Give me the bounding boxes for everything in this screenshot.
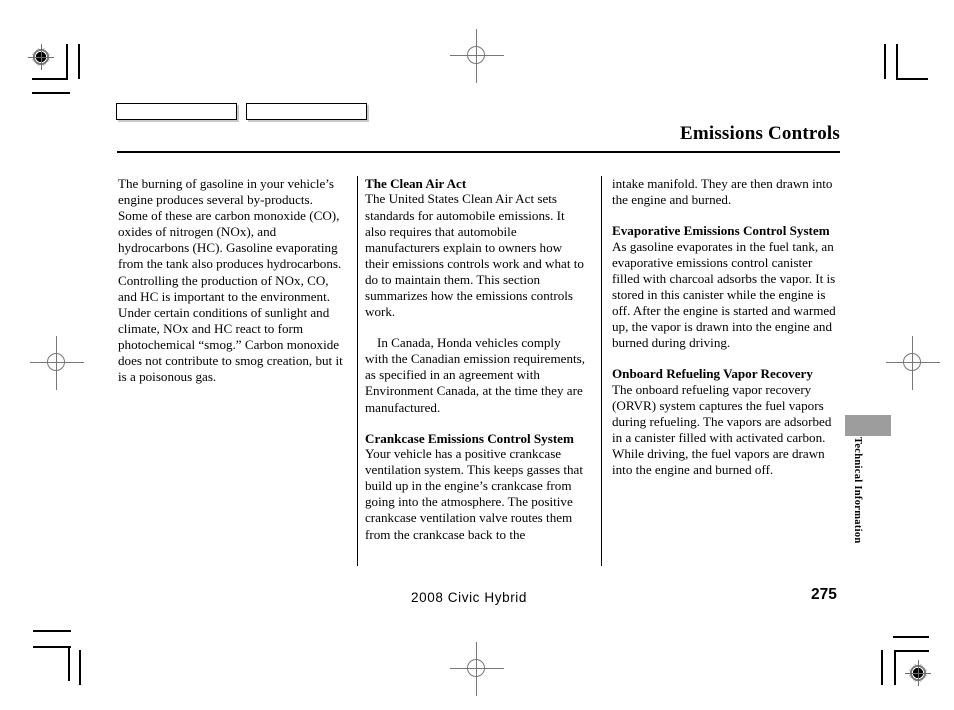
col2-paragraph-1: The United States Clean Air Act sets sta… — [365, 191, 584, 320]
registration-mark-top-center — [450, 29, 504, 83]
crop-mark-bottom-right-vertical-inner — [894, 650, 896, 685]
page-title: Emissions Controls — [679, 123, 840, 144]
section-tab-marker — [845, 415, 891, 436]
column-divider-2 — [601, 176, 602, 566]
col2-heading-crankcase-emissions: Crankcase Emissions Control System — [365, 430, 574, 446]
crop-mark-top-left-horizontal-inner — [32, 78, 68, 80]
crop-mark-top-left-vertical-inner — [66, 44, 68, 79]
registration-mark-left-middle — [30, 336, 84, 390]
section-tab-label: Technical Information — [852, 437, 863, 544]
col3-heading-onboard-refueling: Onboard Refueling Vapor Recovery — [612, 366, 813, 382]
col3-paragraph-2: As gasoline evaporates in the fuel tank,… — [612, 238, 836, 351]
crop-mark-bottom-left-horizontal-outer — [33, 630, 71, 632]
text-column-3: intake manifold. They are then drawn int… — [612, 176, 838, 478]
registration-mark-top-left — [28, 44, 54, 70]
crop-mark-bottom-right-vertical-outer — [881, 650, 883, 685]
registration-mark-right-middle — [886, 336, 940, 390]
title-divider-rule — [117, 151, 840, 153]
crop-mark-top-left-vertical-outer — [78, 44, 80, 79]
col3-paragraph-1: intake manifold. They are then drawn int… — [612, 176, 833, 208]
footer-model-name: 2008 Civic Hybrid — [411, 590, 527, 605]
text-column-1: The burning of gasoline in your vehicle’… — [118, 176, 344, 385]
col2-paragraph-3: Your vehicle has a positive crankcase ve… — [365, 446, 583, 542]
crop-mark-top-right-vertical-inner — [896, 44, 898, 79]
crop-mark-bottom-left-vertical-inner — [68, 646, 70, 681]
crop-mark-bottom-left-vertical-outer — [79, 650, 81, 685]
crop-mark-top-right-horizontal-inner — [896, 78, 928, 80]
header-tab-box-1[interactable] — [116, 103, 237, 120]
registration-mark-bottom-right — [905, 660, 931, 686]
column-divider-1 — [357, 176, 358, 566]
crop-mark-bottom-right-horizontal-outer — [893, 636, 929, 638]
registration-mark-bottom-center — [450, 642, 504, 696]
col3-heading-evaporative-emissions: Evaporative Emissions Control System — [612, 223, 830, 239]
crop-mark-top-left-horizontal-outer — [32, 92, 70, 94]
text-column-2: The Clean Air Act The United States Clea… — [365, 176, 587, 543]
footer-page-number: 275 — [811, 586, 837, 603]
col3-paragraph-3: The onboard refueling vapor recovery (OR… — [612, 381, 832, 478]
header-tab-box-2[interactable] — [246, 103, 367, 120]
col1-paragraph: The burning of gasoline in your vehicle’… — [118, 176, 343, 385]
col2-paragraph-2: In Canada, Honda vehicles comply with th… — [365, 335, 585, 415]
col2-heading-clean-air-act: The Clean Air Act — [365, 176, 467, 191]
crop-mark-bottom-left-horizontal-inner — [33, 646, 71, 648]
crop-mark-bottom-right-horizontal-inner — [894, 650, 929, 652]
crop-mark-top-right-vertical-outer — [884, 44, 886, 79]
